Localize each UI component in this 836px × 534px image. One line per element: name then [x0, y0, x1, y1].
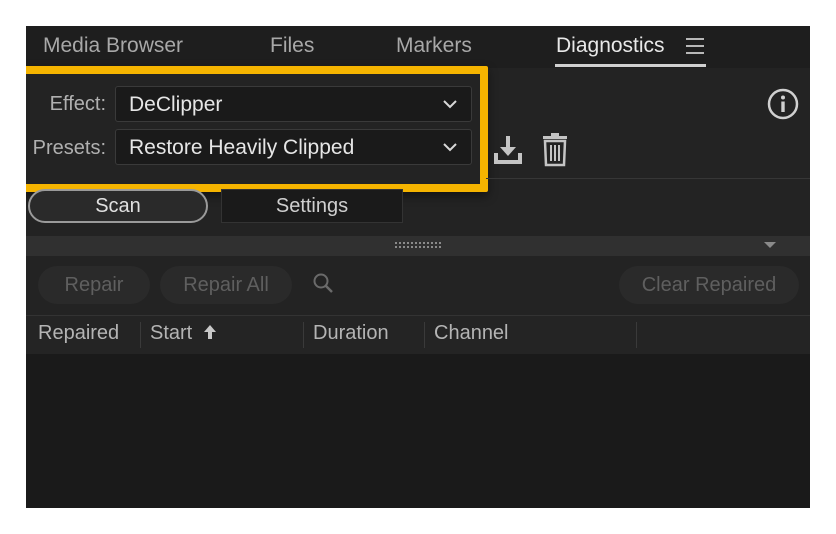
column-divider[interactable] — [140, 322, 141, 348]
header-divider — [486, 178, 810, 179]
tab-files[interactable]: Files — [270, 34, 314, 58]
scan-button[interactable]: Scan — [28, 189, 208, 223]
panel-splitter[interactable] — [26, 236, 810, 256]
effect-label: Effect: — [49, 93, 106, 115]
column-divider[interactable] — [636, 322, 637, 348]
settings-button[interactable]: Settings — [221, 189, 403, 223]
repair-button[interactable]: Repair — [38, 266, 150, 304]
column-header-repaired[interactable]: Repaired — [38, 322, 119, 345]
search-icon[interactable] — [312, 272, 334, 294]
chevron-down-icon — [443, 143, 457, 152]
collapse-arrow-icon[interactable] — [764, 242, 776, 248]
splitter-grip-icon[interactable] — [395, 242, 443, 249]
panel-menu-icon[interactable] — [686, 38, 704, 54]
chevron-down-icon — [443, 100, 457, 109]
effect-select[interactable]: DeClipper — [115, 86, 472, 122]
repair-all-button[interactable]: Repair All — [160, 266, 292, 304]
results-table-body — [26, 354, 810, 508]
panel-tab-bar: Media Browser Files Markers Diagnostics — [26, 26, 810, 68]
column-header-duration[interactable]: Duration — [313, 322, 389, 345]
download-preset-icon[interactable] — [491, 133, 525, 167]
diagnostics-panel: Media Browser Files Markers Diagnostics … — [26, 26, 810, 508]
column-divider[interactable] — [424, 322, 425, 348]
column-header-start[interactable]: Start — [150, 322, 192, 345]
presets-select-value: Restore Heavily Clipped — [129, 136, 355, 159]
tab-diagnostics[interactable]: Diagnostics — [556, 34, 665, 58]
tab-media-browser[interactable]: Media Browser — [43, 34, 183, 58]
presets-label: Presets: — [32, 137, 106, 159]
active-tab-indicator — [555, 64, 706, 67]
results-table-header: Repaired Start Duration Channel — [26, 315, 810, 355]
info-icon[interactable] — [767, 88, 799, 120]
clear-repaired-button[interactable]: Clear Repaired — [619, 266, 799, 304]
presets-select[interactable]: Restore Heavily Clipped — [115, 129, 472, 165]
tab-markers[interactable]: Markers — [396, 34, 472, 58]
effect-select-value: DeClipper — [129, 93, 223, 116]
column-header-channel[interactable]: Channel — [434, 322, 509, 345]
column-divider[interactable] — [303, 322, 304, 348]
trash-icon[interactable] — [541, 131, 569, 167]
sort-ascending-icon — [204, 325, 216, 339]
